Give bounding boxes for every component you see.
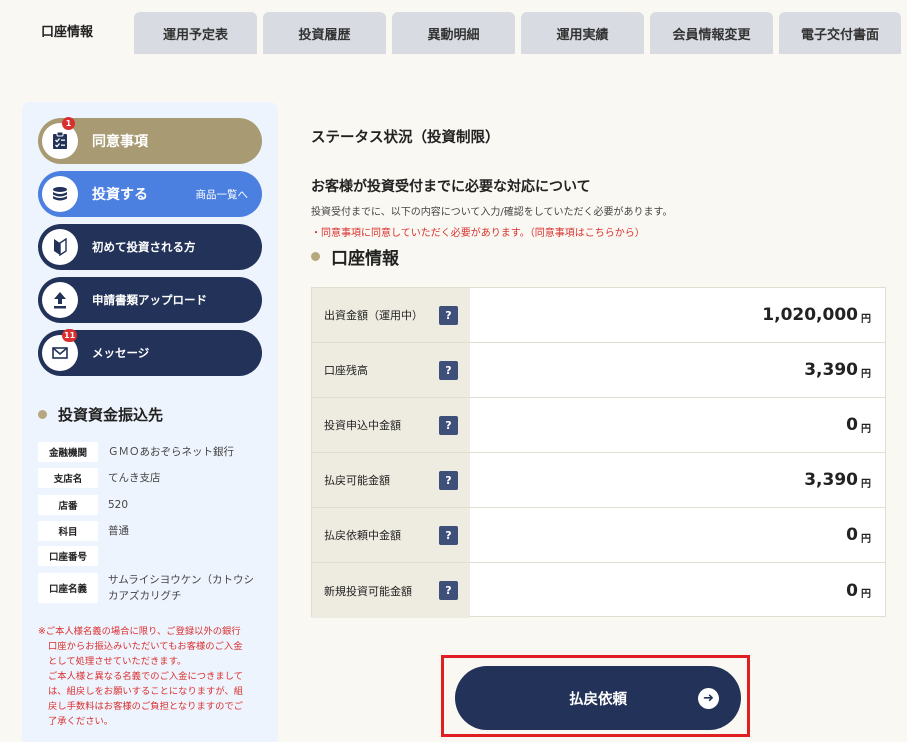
table-row: 新規投資可能金額 ? 0円 xyxy=(312,563,885,618)
table-row: 払戻依頼中金額 ? 0円 xyxy=(312,508,885,563)
product-list-link[interactable]: 商品一覧へ xyxy=(196,187,249,202)
row-value: 0円 xyxy=(846,415,871,435)
bank-row-account-type: 科目 普通 xyxy=(38,521,129,541)
bank-row-branch-number: 店番 520 xyxy=(38,495,128,515)
coins-icon xyxy=(42,176,78,212)
tab-performance[interactable]: 運用実績 xyxy=(521,12,644,54)
first-time-investor-button[interactable]: 初めて投資される方 xyxy=(38,224,262,270)
account-info-table: 出資金額（運用中） ? 1,020,000 円 口座残高 ? 3,390 円 投資申… xyxy=(311,287,886,618)
tab-member-info[interactable]: 会員情報変更 xyxy=(650,12,773,54)
tab-bar: 口座情報 運用予定表 投資履歴 異動明細 運用実績 会員情報変更 電子交付書面 xyxy=(0,0,907,54)
help-icon[interactable]: ? xyxy=(439,581,458,600)
tab-transaction-details[interactable]: 異動明細 xyxy=(392,12,515,54)
help-icon[interactable]: ? xyxy=(439,526,458,545)
message-label: メッセージ xyxy=(92,346,150,360)
section-description: 投資受付までに、以下の内容について入力/確認をしていただく必要があります。 xyxy=(311,207,673,218)
consent-label: 同意事項 xyxy=(92,134,148,150)
bullet-dot xyxy=(311,252,320,261)
sidebar: 1 同意事項 投資する 商品一覧へ 初めて投資される方 申請書類アップロード 1… xyxy=(22,102,278,742)
withdraw-request-button[interactable]: 払戻依頼 ➜ xyxy=(455,666,741,730)
row-value: 0円 xyxy=(846,525,871,545)
notification-badge: 1 xyxy=(62,117,75,130)
tab-schedule[interactable]: 運用予定表 xyxy=(134,12,257,54)
row-value: 0円 xyxy=(846,580,871,601)
table-row: 口座残高 ? 3,390 円 xyxy=(312,343,885,398)
invest-label: 投資する xyxy=(92,187,148,203)
bank-row-account-number: 口座番号 xyxy=(38,546,108,566)
help-icon[interactable]: ? xyxy=(439,471,458,490)
bank-row-branch: 支店名 てんき支店 xyxy=(38,468,161,488)
document-upload-label: 申請書類アップロード xyxy=(92,293,207,307)
account-info-title: 口座情報 xyxy=(311,244,399,269)
status-title: ステータス状況（投資制限） xyxy=(311,130,500,146)
help-icon[interactable]: ? xyxy=(439,361,458,380)
row-value: 3,390 円 xyxy=(804,470,871,490)
row-value: 3,390 円 xyxy=(804,360,871,380)
arrow-right-icon: ➜ xyxy=(698,688,719,709)
tab-electronic-documents[interactable]: 電子交付書面 xyxy=(779,12,901,54)
tab-investment-history[interactable]: 投資履歴 xyxy=(263,12,386,54)
row-value: 1,020,000 円 xyxy=(762,305,871,325)
table-row: 払戻可能金額 ? 3,390 円 xyxy=(312,453,885,508)
table-row: 投資申込中金額 ? 0円 xyxy=(312,398,885,453)
invest-button[interactable]: 投資する 商品一覧へ xyxy=(38,171,262,217)
notification-badge: 11 xyxy=(62,329,78,342)
bank-section-title: 投資資金振込先 xyxy=(38,404,163,425)
first-time-investor-label: 初めて投資される方 xyxy=(92,240,196,254)
bank-row-institution: 金融機関 ＧＭＯあおぞらネット銀行 xyxy=(38,442,234,462)
help-icon[interactable]: ? xyxy=(439,306,458,325)
message-button[interactable]: 11 メッセージ xyxy=(38,329,262,376)
tab-account-info[interactable]: 口座情報 xyxy=(6,6,128,54)
help-icon[interactable]: ? xyxy=(439,416,458,435)
upload-icon xyxy=(42,282,78,318)
section-title: お客様が投資受付までに必要な対応について xyxy=(311,179,591,195)
beginner-mark-icon xyxy=(42,229,78,265)
table-row: 出資金額（運用中） ? 1,020,000 円 xyxy=(312,288,885,343)
bullet-dot xyxy=(38,410,47,419)
bank-row-account-holder: 口座名義 サムライシヨウケン（カトウシカアズカリグチ xyxy=(38,572,258,604)
document-upload-button[interactable]: 申請書類アップロード xyxy=(38,277,262,323)
withdraw-request-label: 払戻依頼 xyxy=(569,691,627,708)
transfer-note: ※ご本人様名義の場合に限り、ご登録以外の銀行 口座からお振込みいただいてもお客様… xyxy=(38,626,244,727)
consent-warning-link[interactable]: ・同意事項に同意していただく必要があります。（同意事項はこちらから） xyxy=(311,224,645,239)
consent-button[interactable]: 1 同意事項 xyxy=(38,117,262,164)
